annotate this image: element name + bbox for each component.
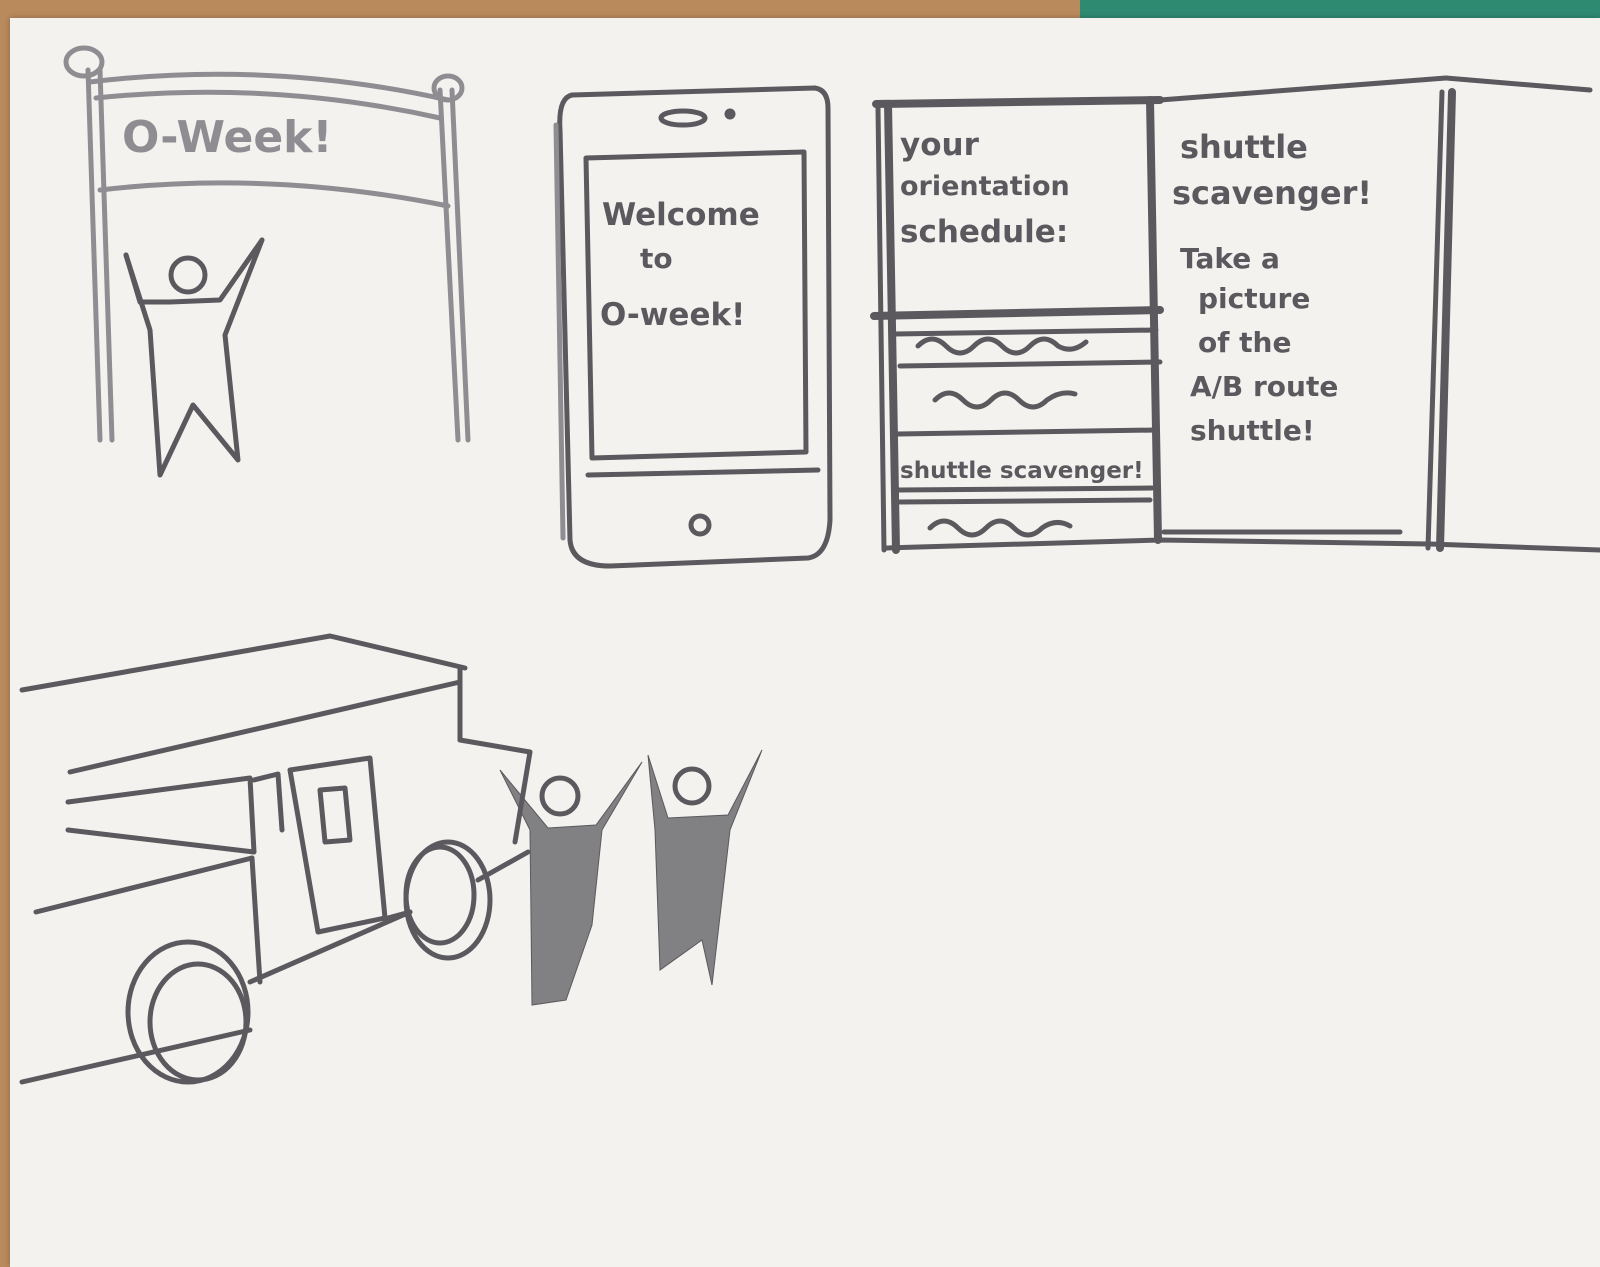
scavenger-body-line-1: Take a — [1180, 242, 1280, 275]
schedule-screen: your orientation schedule: shuttle scave… — [870, 127, 1164, 538]
shuttle-bus-drawing — [19, 633, 533, 1085]
schedule-and-scavenger-panel: your orientation schedule: shuttle scave… — [870, 75, 1600, 554]
phone-home-button-icon — [688, 513, 712, 537]
cheering-student-figure — [647, 749, 763, 986]
phone-welcome-panel: Welcome to O-week! — [553, 85, 833, 569]
schedule-item[interactable] — [915, 336, 1089, 356]
banner-title: O-Week! — [122, 112, 332, 163]
scavenger-body-line-5: shuttle! — [1190, 414, 1315, 447]
schedule-item[interactable] — [927, 518, 1073, 538]
banner-arch-panel: O-Week! — [63, 45, 471, 478]
schedule-heading-line-3: schedule: — [900, 214, 1068, 250]
arch-posts — [63, 45, 471, 443]
cheering-student-figure — [499, 761, 643, 1006]
phone-welcome-line-1: Welcome — [602, 197, 760, 233]
phone-camera — [724, 108, 736, 120]
scavenger-title-line-2: scavenger! — [1172, 174, 1372, 212]
schedule-item[interactable] — [932, 390, 1078, 410]
schedule-item-label: shuttle scavenger! — [900, 458, 1144, 484]
schedule-heading-line-1: your — [900, 127, 980, 163]
phone-welcome-line-2: to — [640, 242, 673, 275]
schedule-list: shuttle scavenger! — [900, 336, 1144, 538]
scavenger-screen: shuttle scavenger! Take a picture of the… — [1172, 128, 1372, 447]
schedule-heading-line-2: orientation — [900, 171, 1070, 202]
cheering-person-figure — [123, 237, 265, 478]
scavenger-title-line-1: shuttle — [1180, 128, 1308, 166]
scavenger-body-line-2: picture — [1198, 282, 1310, 315]
storyboard-sketch: O-Week! Welcome to O-week! your orientat… — [19, 45, 1600, 1085]
scavenger-body-line-4: A/B route — [1190, 370, 1338, 403]
phone-speaker — [658, 108, 708, 128]
shuttle-scene-panel — [19, 633, 763, 1085]
phone-welcome-line-3: O-week! — [600, 297, 745, 333]
banner-sign: O-Week! — [87, 71, 451, 209]
schedule-item[interactable]: shuttle scavenger! — [900, 458, 1144, 484]
scavenger-body-line-3: of the — [1198, 326, 1291, 359]
